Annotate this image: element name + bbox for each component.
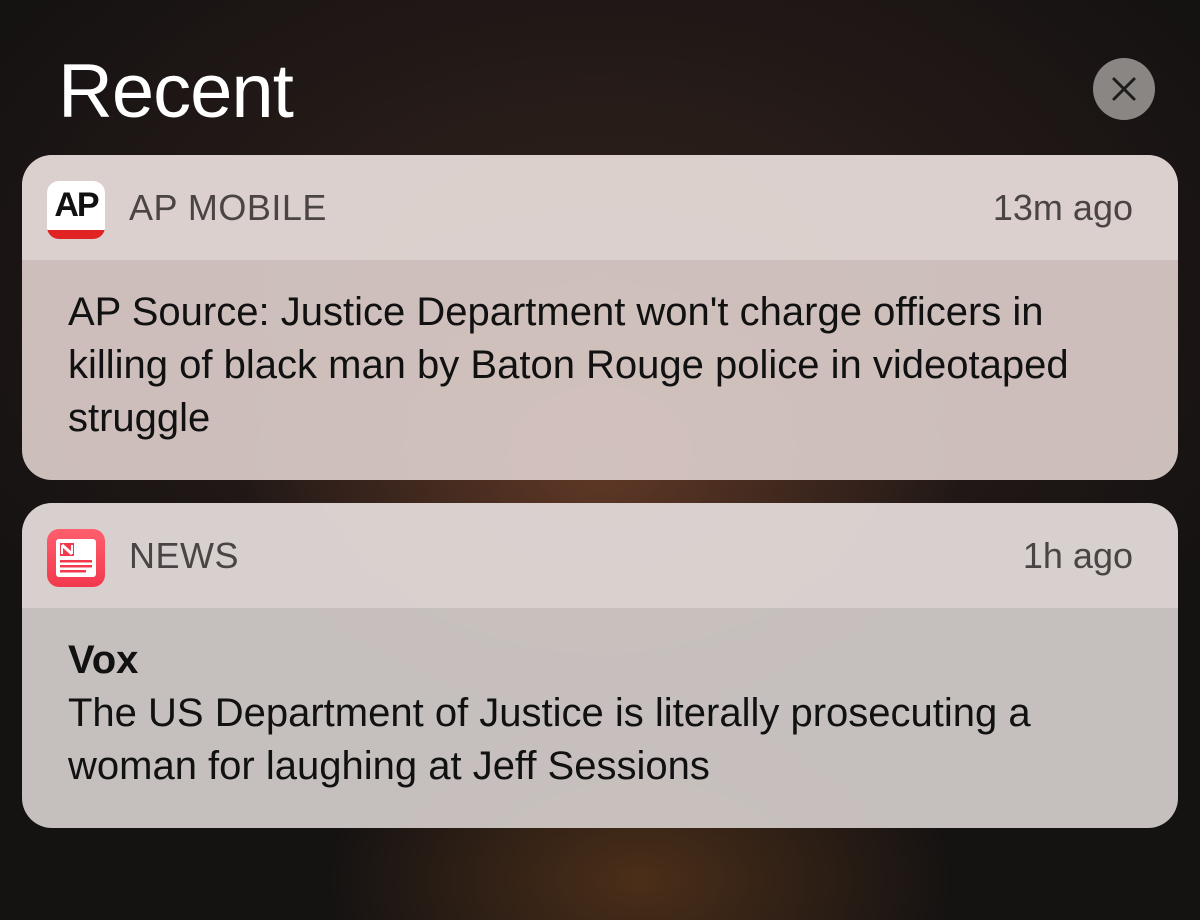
notification-time: 1h ago (1022, 535, 1133, 576)
ap-icon-text: AP (54, 186, 99, 224)
notification-header: AP AP MOBILE 13m ago (22, 155, 1178, 260)
notification-title: Vox (68, 638, 139, 682)
notification-card-news[interactable]: NEWS 1h ago Vox The US Department of Jus… (22, 503, 1178, 828)
notification-message: AP Source: Justice Department won't char… (68, 290, 1069, 440)
notification-card-ap-mobile[interactable]: AP AP MOBILE 13m ago AP Source: Justice … (22, 155, 1178, 480)
close-icon (1112, 77, 1136, 101)
newspaper-icon (56, 539, 96, 577)
notification-body: AP Source: Justice Department won't char… (22, 260, 1178, 480)
app-name: NEWS (129, 535, 239, 576)
ap-icon-bar (47, 230, 105, 239)
notification-header: NEWS 1h ago (22, 503, 1178, 608)
page-title: Recent (58, 49, 294, 134)
notification-time: 13m ago (992, 187, 1133, 228)
notification-body: Vox The US Department of Justice is lite… (22, 608, 1178, 828)
clear-all-button[interactable] (1093, 58, 1155, 120)
app-name: AP MOBILE (129, 187, 327, 228)
notification-message: The US Department of Justice is literall… (68, 691, 1031, 788)
news-icon (47, 529, 105, 587)
ap-icon: AP (47, 181, 105, 239)
notification-center-header: Recent (0, 0, 1200, 150)
